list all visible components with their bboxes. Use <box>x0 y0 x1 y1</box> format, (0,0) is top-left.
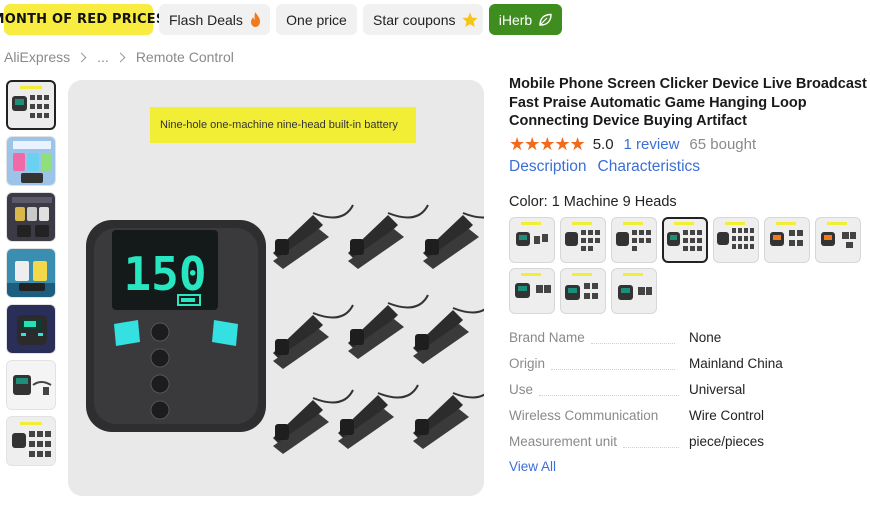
review-link[interactable]: 1 review <box>624 136 680 153</box>
color-swatch[interactable] <box>560 217 606 263</box>
spec-value: None <box>689 330 722 345</box>
thumbnail-2[interactable] <box>6 136 56 186</box>
color-label: Color: 1 Machine 9 Heads <box>509 194 677 210</box>
tab-characteristics[interactable]: Characteristics <box>598 158 701 176</box>
thumbnail-4[interactable] <box>6 248 56 298</box>
spec-leader <box>590 342 675 344</box>
promo-pill-bar: MONTH OF RED PRICES Flash Deals One pric… <box>0 4 562 35</box>
color-swatch[interactable] <box>509 217 555 263</box>
spec-row: Wireless Communication Wire Control <box>509 408 864 434</box>
view-all-link[interactable]: View All <box>509 459 556 474</box>
flash-deals-pill[interactable]: Flash Deals <box>159 4 270 35</box>
color-swatch[interactable] <box>764 217 810 263</box>
breadcrumb-ellipsis[interactable]: ... <box>97 49 109 65</box>
thumbnail-strip <box>6 80 58 472</box>
color-swatch[interactable] <box>815 217 861 263</box>
device-illustration: 150 <box>86 204 484 455</box>
star-coupons-pill[interactable]: Star coupons <box>363 4 483 35</box>
pill-label: One price <box>286 11 347 28</box>
leaf-icon <box>538 13 552 27</box>
spec-key: Use <box>509 382 534 397</box>
spec-leader <box>623 446 680 448</box>
pill-label: MONTH OF RED PRICES <box>0 12 166 27</box>
month-of-red-prices-pill[interactable]: MONTH OF RED PRICES <box>0 4 165 35</box>
color-swatch[interactable] <box>560 268 606 314</box>
spec-leader <box>539 394 680 396</box>
chevron-right-icon <box>115 52 126 62</box>
thumbnail-6[interactable] <box>6 360 56 410</box>
pill-label: iHerb <box>498 11 533 28</box>
thumbnail-3[interactable] <box>6 192 56 242</box>
product-title: Mobile Phone Screen Clicker Device Live … <box>509 76 867 129</box>
iherb-pill[interactable]: iHerb <box>489 4 562 35</box>
spec-table: Brand Name None Origin Mainland China Us… <box>509 330 864 460</box>
breadcrumb: AliExpress ... Remote Control <box>4 49 234 65</box>
color-swatch[interactable] <box>611 217 657 263</box>
bought-count: 65 bought <box>689 136 757 153</box>
chevron-right-icon <box>76 52 87 62</box>
rating-row: ★★★★★ 5.0 1 review 65 bought <box>509 134 756 155</box>
breadcrumb-remote-control[interactable]: Remote Control <box>136 49 234 65</box>
spec-row: Use Universal <box>509 382 864 408</box>
pill-label: Star coupons <box>373 11 456 28</box>
spec-key: Wireless Communication <box>509 408 659 423</box>
thumbnail-5[interactable] <box>6 304 56 354</box>
color-swatch[interactable] <box>509 268 555 314</box>
rating-stars: ★★★★★ <box>509 134 586 154</box>
color-swatch-selected[interactable] <box>662 217 708 263</box>
color-swatch[interactable] <box>713 217 759 263</box>
device-readout: 150 <box>123 247 206 301</box>
main-product-image[interactable]: Nine-hole one-machine nine-head built-in… <box>68 80 484 496</box>
product-tabs: Description Characteristics <box>509 158 700 176</box>
spec-value: Mainland China <box>689 356 783 371</box>
spec-key: Brand Name <box>509 330 585 345</box>
spec-leader <box>551 368 676 370</box>
spec-row: Brand Name None <box>509 330 864 356</box>
one-price-pill[interactable]: One price <box>276 4 357 35</box>
fire-icon <box>249 12 262 27</box>
spec-key: Measurement unit <box>509 434 618 449</box>
tab-description[interactable]: Description <box>509 158 587 176</box>
thumbnail-1[interactable] <box>6 80 56 130</box>
breadcrumb-aliexpress[interactable]: AliExpress <box>4 49 70 65</box>
spec-row: Measurement unit piece/pieces <box>509 434 864 460</box>
color-swatches <box>509 217 869 314</box>
spec-value: Wire Control <box>689 408 765 423</box>
rating-score: 5.0 <box>592 136 614 153</box>
spec-key: Origin <box>509 356 546 371</box>
spec-value: Universal <box>689 382 746 397</box>
star-icon <box>461 12 478 28</box>
thumbnail-7[interactable] <box>6 416 56 466</box>
pill-label: Flash Deals <box>169 11 243 28</box>
color-swatch[interactable] <box>611 268 657 314</box>
spec-row: Origin Mainland China <box>509 356 864 382</box>
spec-value: piece/pieces <box>689 434 765 449</box>
